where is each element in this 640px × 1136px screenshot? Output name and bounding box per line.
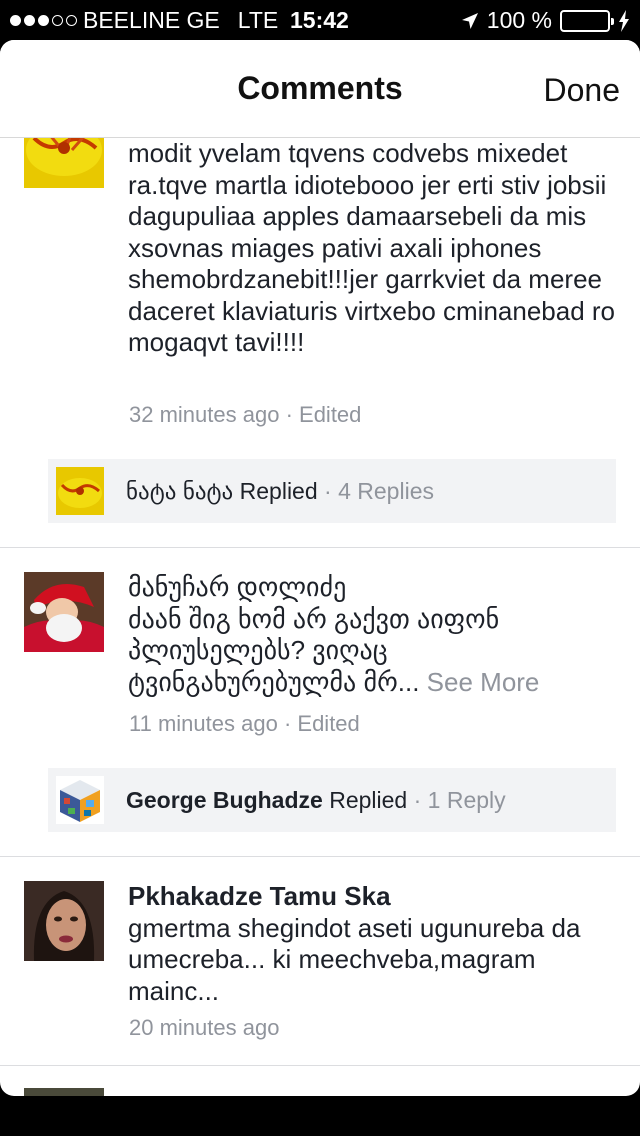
network-type: LTE — [237, 7, 279, 33]
comment-meta: 32 minutes ago · Edited — [129, 402, 361, 428]
status-bar: BEELINE GE LTE 15:42 100 % — [0, 0, 640, 40]
comment-author[interactable]: Pkhakadze Tamu Ska — [128, 881, 616, 913]
replies-summary[interactable]: ნატა ნატა Replied · 4 Replies — [48, 459, 616, 523]
nav-bar: Comments Done — [0, 40, 640, 138]
reply-line: George Bughadze Replied · 1 Reply — [126, 787, 506, 814]
meta-separator: · — [413, 787, 422, 813]
comment-time[interactable]: 32 minutes ago — [129, 402, 279, 427]
comment-body: modit yvelam tqvens codvebs mixedet ra.t… — [128, 138, 616, 359]
location-arrow-icon — [461, 12, 478, 29]
reply-count: 4 Replies — [338, 478, 434, 504]
comment-body: მანუჩარ დოლიძე ძაან შიგ ხომ არ გაქვთ აიფ… — [128, 572, 616, 698]
reply-action: Replied — [329, 787, 408, 813]
comment-author[interactable]: მანუჩარ დოლიძე — [128, 572, 616, 604]
battery-percent: 100 % — [486, 7, 552, 33]
reply-avatar — [56, 467, 104, 515]
edited-label[interactable]: Edited — [297, 711, 359, 736]
charging-bolt-icon — [619, 9, 629, 32]
divider — [0, 856, 640, 857]
reply-count: 1 Reply — [427, 787, 506, 813]
avatar[interactable] — [24, 138, 104, 188]
comment-text: modit yvelam tqvens codvebs mixedet ra.t… — [128, 138, 616, 357]
comment-feed[interactable]: modit yvelam tqvens codvebs mixedet ra.t… — [0, 138, 640, 1096]
comment-meta: 11 minutes ago · Edited — [129, 711, 360, 737]
meta-separator: · — [324, 478, 332, 504]
replies-summary[interactable]: George Bughadze Replied · 1 Reply — [48, 768, 616, 832]
comment-meta: 20 minutes ago — [129, 1015, 279, 1041]
edited-label[interactable]: Edited — [299, 402, 361, 427]
reply-avatar — [56, 776, 104, 824]
reply-line: ნატა ნატა Replied · 4 Replies — [126, 478, 434, 505]
comment-text: gmertma shegindot aseti ugunureba da ume… — [128, 912, 581, 1006]
battery-icon — [560, 9, 614, 32]
avatar[interactable] — [24, 881, 104, 961]
clock: 15:42 — [290, 7, 349, 33]
comment-time[interactable]: 20 minutes ago — [129, 1015, 279, 1040]
signal-strength-icon — [10, 15, 77, 26]
comment-body: Pkhakadze Tamu Ska gmertma shegindot ase… — [128, 881, 616, 1007]
meta-separator: · — [285, 402, 293, 427]
see-more-link[interactable]: See More — [427, 667, 540, 697]
carrier-name: BEELINE GE — [83, 7, 220, 33]
divider — [0, 547, 640, 548]
background-app — [0, 1096, 640, 1136]
avatar[interactable] — [24, 1088, 104, 1096]
reply-author: ნატა ნატა — [126, 478, 234, 504]
comments-sheet: Comments Done modit yvelam tqvens codveb… — [0, 40, 640, 1096]
reply-author: George Bughadze — [126, 787, 323, 813]
done-button[interactable]: Done — [544, 72, 621, 109]
divider — [0, 1065, 640, 1066]
meta-separator: · — [283, 711, 292, 736]
reply-action: Replied — [239, 478, 318, 504]
avatar[interactable] — [24, 572, 104, 652]
comment-time[interactable]: 11 minutes ago — [129, 711, 278, 736]
